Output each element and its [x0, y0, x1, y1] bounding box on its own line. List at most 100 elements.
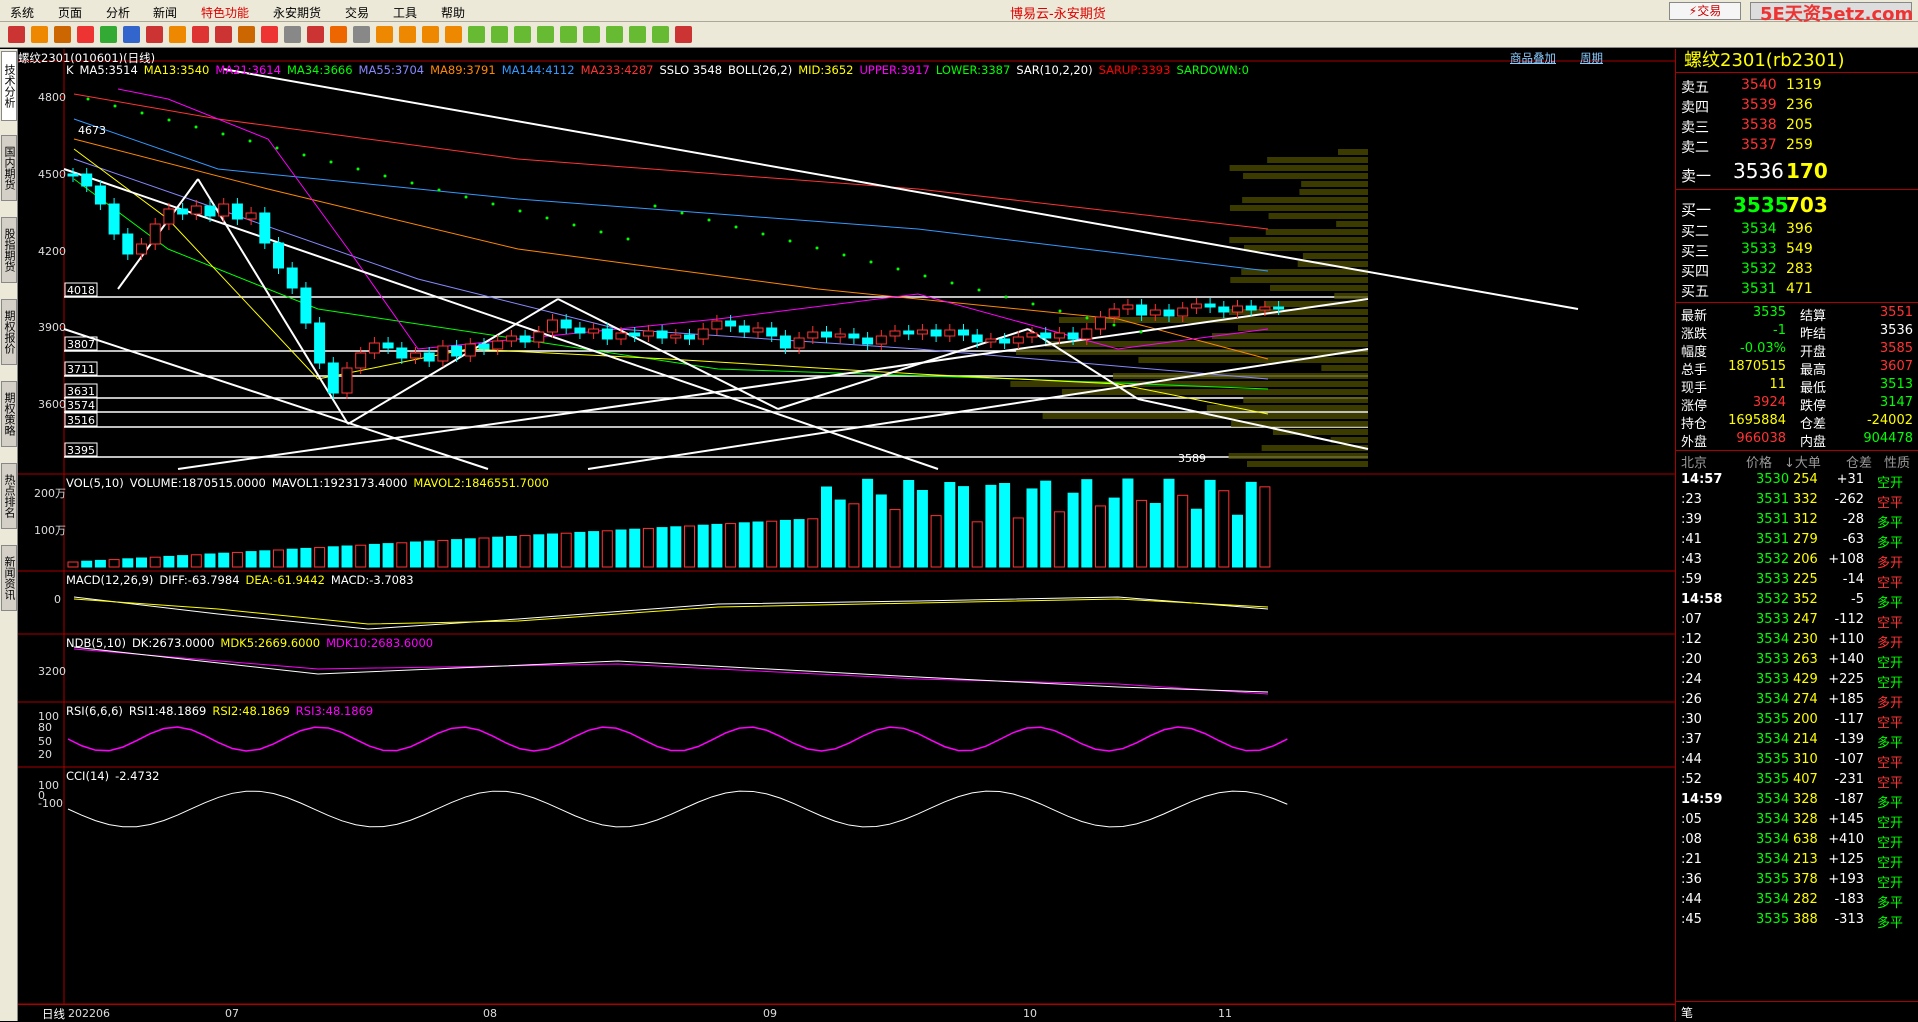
- tab-options-quote[interactable]: 期权报价: [1, 299, 17, 365]
- menu-page[interactable]: 页面: [58, 4, 82, 21]
- toolbar-button[interactable]: [491, 26, 508, 43]
- tab-index-futures[interactable]: 股指期货: [1, 217, 17, 283]
- volume-bar: [588, 531, 600, 568]
- ask-row: 卖五 3540 1319: [1676, 77, 1918, 97]
- trade-button[interactable]: ⚡交易: [1669, 2, 1741, 20]
- trend-line: [222, 68, 1579, 310]
- period-link[interactable]: 周期: [1580, 50, 1603, 66]
- toolbar-button[interactable]: [468, 26, 485, 43]
- toolbar-button[interactable]: [100, 26, 117, 43]
- toolbar-button[interactable]: [652, 26, 669, 43]
- menu-analysis[interactable]: 分析: [106, 4, 130, 21]
- ask-volume: 236: [1786, 97, 1813, 113]
- candlestick: [177, 208, 189, 215]
- toolbar-button[interactable]: [537, 26, 554, 43]
- tick-volume: 247: [1793, 612, 1818, 627]
- tick-row: 14:58 3532 352 -5 多平: [1676, 592, 1918, 612]
- candlestick: [149, 223, 161, 245]
- price-box-label: 3807: [67, 338, 95, 351]
- ma-item: MA233:4287: [580, 63, 654, 77]
- candlestick: [190, 205, 202, 215]
- toolbar-button[interactable]: [353, 26, 370, 43]
- ndb-legend: NDB(5,10) DK:2673.0000 MDK5:2669.6000 MDK10…: [66, 636, 439, 650]
- tick-row: :52 3535 407 -231 空平: [1676, 772, 1918, 792]
- toolbar-button[interactable]: [54, 26, 71, 43]
- toolbar-button[interactable]: [629, 26, 646, 43]
- toolbar-button[interactable]: [77, 26, 94, 43]
- tab-hot-ranking[interactable]: 热点排名: [1, 463, 17, 529]
- chart-panel[interactable]: 4800 4500 4200 3900 3600 4018 3807 3711 3631 3574…: [18, 49, 1675, 1021]
- stat-label: 持仓: [1681, 417, 1708, 432]
- ma-item: MA89:3791: [430, 63, 496, 77]
- vol-item: VOLUME:1870515.0000: [129, 476, 266, 490]
- menu-help[interactable]: 帮助: [441, 4, 465, 21]
- vol-item: MAVOL2:1846551.7000: [413, 476, 549, 490]
- menu-trade[interactable]: 交易: [345, 4, 369, 21]
- quote-footer-label: 笔: [1681, 1006, 1694, 1020]
- kline-chart[interactable]: 4800450042003900360040183807371136313574…: [18, 49, 1675, 1021]
- ma-item: SSLO 3548: [659, 63, 723, 77]
- rsi-tick: 80: [38, 721, 52, 734]
- toolbar-button[interactable]: [31, 26, 48, 43]
- toolbar-button[interactable]: [238, 26, 255, 43]
- volume-bar: [985, 484, 997, 568]
- menu-system[interactable]: 系统: [10, 4, 34, 21]
- tick-volume: 274: [1793, 692, 1818, 707]
- ma144-line: [73, 118, 1269, 272]
- toolbar-button[interactable]: [583, 26, 600, 43]
- tab-domestic-futures[interactable]: 国内期货: [1, 135, 17, 201]
- toolbar-button[interactable]: [123, 26, 140, 43]
- menu-special[interactable]: 特色功能: [201, 4, 249, 21]
- toolbar-button[interactable]: [169, 26, 186, 43]
- volume-bar: [190, 554, 202, 568]
- tick-volume: 254: [1793, 472, 1818, 487]
- stat-row: 涨停 3924 跌停 3147: [1676, 395, 1918, 414]
- toolbar-button[interactable]: [560, 26, 577, 43]
- toolbar-button[interactable]: [514, 26, 531, 43]
- menu-news[interactable]: 新闻: [153, 4, 177, 21]
- toolbar-button[interactable]: [675, 26, 692, 43]
- bid-label: 买二: [1681, 224, 1709, 240]
- toolbar-button[interactable]: [8, 26, 25, 43]
- rsi-tick: 50: [38, 735, 52, 748]
- toolbar-button[interactable]: [376, 26, 393, 43]
- tick-oi-change: -107: [1834, 752, 1864, 767]
- tab-technical-analysis[interactable]: 技术分析: [1, 51, 17, 121]
- volume-profile-bar: [1265, 229, 1368, 235]
- toolbar-button[interactable]: [261, 26, 278, 43]
- toolbar-button[interactable]: [307, 26, 324, 43]
- candlestick: [1163, 309, 1175, 317]
- toolbar-button[interactable]: [606, 26, 623, 43]
- candlestick: [533, 331, 545, 343]
- sar-dot: [221, 132, 225, 136]
- tick-volume: 200: [1793, 712, 1818, 727]
- toolbar-button[interactable]: [445, 26, 462, 43]
- candlestick: [752, 327, 764, 333]
- sar-dot: [545, 216, 549, 220]
- tick-volume: 263: [1793, 652, 1818, 667]
- candlestick: [985, 338, 997, 343]
- toolbar-button[interactable]: [146, 26, 163, 43]
- sar-dot: [788, 239, 792, 243]
- toolbar-button[interactable]: [422, 26, 439, 43]
- vol-tick: 100万: [34, 524, 66, 537]
- toolbar-button[interactable]: [215, 26, 232, 43]
- tab-options-strategy[interactable]: 期权策略: [1, 381, 17, 447]
- toolbar-button[interactable]: [330, 26, 347, 43]
- toolbar-button[interactable]: [192, 26, 209, 43]
- tick-oi-change: -112: [1834, 612, 1864, 627]
- volume-bar: [382, 543, 394, 568]
- volume-bar: [903, 479, 915, 568]
- macd-item: MACD(12,26,9): [66, 573, 154, 587]
- toolbar-button[interactable]: [284, 26, 301, 43]
- toolbar-button[interactable]: [399, 26, 416, 43]
- tick-nature: 多平: [1877, 916, 1904, 931]
- volume-bar: [779, 519, 791, 568]
- compare-link[interactable]: 商品叠加: [1510, 50, 1556, 66]
- candlestick: [1245, 305, 1257, 311]
- tab-news[interactable]: 新闻资讯: [1, 545, 17, 611]
- ma21-line: [117, 88, 1269, 350]
- menu-yongan[interactable]: 永安期货: [273, 4, 321, 21]
- menu-tools[interactable]: 工具: [393, 4, 417, 21]
- tick-row: :59 3533 225 -14 空平: [1676, 572, 1918, 592]
